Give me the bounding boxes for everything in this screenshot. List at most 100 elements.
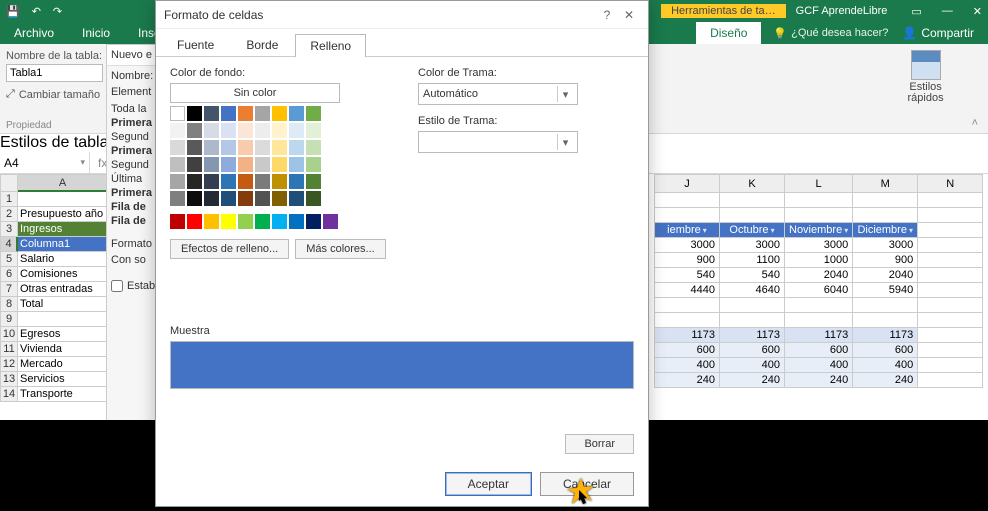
cell[interactable]: 3000 — [720, 238, 785, 253]
color-swatch[interactable] — [221, 174, 236, 189]
row-header[interactable]: 11 — [0, 342, 18, 357]
cell[interactable]: 5940 — [853, 283, 918, 298]
cell[interactable] — [720, 298, 785, 313]
cell[interactable]: Servicios — [18, 372, 108, 387]
color-swatch[interactable] — [221, 123, 236, 138]
cell[interactable] — [785, 313, 853, 328]
style-element-item[interactable]: Primera — [111, 144, 161, 158]
clear-button[interactable]: Borrar — [565, 434, 634, 454]
cell[interactable]: 4440 — [655, 283, 720, 298]
cell[interactable]: Otras entradas — [18, 282, 108, 297]
col-header[interactable]: M — [853, 175, 918, 193]
row-header[interactable]: 9 — [0, 312, 18, 327]
undo-icon[interactable]: ↶ — [32, 5, 41, 18]
color-swatch[interactable] — [170, 174, 185, 189]
select-all-corner[interactable] — [0, 174, 18, 192]
table-column-header[interactable]: Diciembre▾ — [853, 223, 918, 238]
color-swatch[interactable] — [170, 157, 185, 172]
close-window-icon[interactable]: ✕ — [973, 5, 982, 18]
panel-establish-checkbox[interactable]: Establ — [111, 280, 161, 292]
color-swatch[interactable] — [255, 174, 270, 189]
cell[interactable]: 3000 — [785, 238, 853, 253]
cell[interactable] — [785, 193, 853, 208]
col-header[interactable]: J — [655, 175, 720, 193]
row-header[interactable]: 8 — [0, 297, 18, 312]
style-element-item[interactable]: Toda la — [111, 102, 161, 116]
color-swatch[interactable] — [255, 106, 270, 121]
color-swatch[interactable] — [170, 123, 185, 138]
cell[interactable] — [18, 312, 108, 327]
pattern-style-combo[interactable]: ▾ — [418, 131, 578, 153]
cell[interactable]: 240 — [785, 373, 853, 388]
color-swatch[interactable] — [289, 174, 304, 189]
color-swatch[interactable] — [204, 123, 219, 138]
cell[interactable] — [853, 298, 918, 313]
row-header[interactable]: 2 — [0, 207, 18, 222]
cell[interactable]: 240 — [720, 373, 785, 388]
cell[interactable]: Total — [18, 297, 108, 312]
cell[interactable]: 900 — [655, 253, 720, 268]
cell[interactable] — [655, 208, 720, 223]
row-header[interactable]: 13 — [0, 372, 18, 387]
color-swatch[interactable] — [306, 123, 321, 138]
color-swatch[interactable] — [221, 214, 236, 229]
color-swatch[interactable] — [306, 157, 321, 172]
color-swatch[interactable] — [187, 214, 202, 229]
tab-design[interactable]: Diseño — [696, 22, 761, 44]
cell[interactable] — [655, 298, 720, 313]
table-column-header[interactable]: Octubre▾ — [720, 223, 785, 238]
color-swatch[interactable] — [255, 157, 270, 172]
color-swatch[interactable] — [238, 140, 253, 155]
color-swatch[interactable] — [238, 106, 253, 121]
cell[interactable]: 1000 — [785, 253, 853, 268]
cell[interactable]: 400 — [853, 358, 918, 373]
table-column-header[interactable]: Noviembre▾ — [785, 223, 853, 238]
cell[interactable]: 400 — [720, 358, 785, 373]
cell[interactable]: 6040 — [785, 283, 853, 298]
color-swatch[interactable] — [289, 140, 304, 155]
color-swatch[interactable] — [204, 174, 219, 189]
col-header[interactable]: K — [720, 175, 785, 193]
save-icon[interactable]: 💾 — [6, 5, 20, 18]
cell[interactable]: 4640 — [720, 283, 785, 298]
pattern-color-combo[interactable]: Automático ▾ — [418, 83, 578, 105]
color-swatch[interactable] — [238, 191, 253, 206]
col-header[interactable]: L — [785, 175, 853, 193]
style-element-item[interactable]: Segund — [111, 130, 161, 144]
color-swatch[interactable] — [204, 191, 219, 206]
color-swatch[interactable] — [204, 157, 219, 172]
row-header[interactable]: 4 — [0, 237, 18, 252]
cell[interactable]: Mercado — [18, 357, 108, 372]
cell[interactable]: Salario — [18, 252, 108, 267]
row-header[interactable]: 3 — [0, 222, 18, 237]
color-swatch[interactable] — [289, 123, 304, 138]
color-swatch[interactable] — [289, 157, 304, 172]
color-swatch[interactable] — [170, 191, 185, 206]
style-element-item[interactable]: Última — [111, 172, 161, 186]
table-column-header[interactable]: iembre▾ — [655, 223, 720, 238]
color-swatch[interactable] — [221, 106, 236, 121]
color-swatch[interactable] — [289, 214, 304, 229]
resize-table-button[interactable]: ⤢ Cambiar tamaño — [6, 88, 103, 101]
color-swatch[interactable] — [289, 106, 304, 121]
color-swatch[interactable] — [204, 140, 219, 155]
cell[interactable] — [918, 193, 983, 208]
cell[interactable]: 600 — [655, 343, 720, 358]
minimize-icon[interactable]: — — [942, 5, 953, 17]
cell[interactable] — [655, 193, 720, 208]
cell[interactable]: 600 — [853, 343, 918, 358]
checkbox[interactable] — [111, 280, 123, 292]
cell[interactable] — [785, 298, 853, 313]
color-swatch[interactable] — [306, 191, 321, 206]
no-color-button[interactable]: Sin color — [170, 83, 340, 103]
color-swatch[interactable] — [306, 106, 321, 121]
cell[interactable]: 1173 — [655, 328, 720, 343]
cell[interactable] — [853, 208, 918, 223]
color-swatch[interactable] — [255, 123, 270, 138]
cell[interactable] — [720, 208, 785, 223]
cell[interactable]: 400 — [785, 358, 853, 373]
color-swatch[interactable] — [170, 106, 185, 121]
collapse-ribbon-icon[interactable]: ˄ — [972, 117, 978, 129]
color-swatch[interactable] — [306, 140, 321, 155]
color-swatch[interactable] — [187, 140, 202, 155]
